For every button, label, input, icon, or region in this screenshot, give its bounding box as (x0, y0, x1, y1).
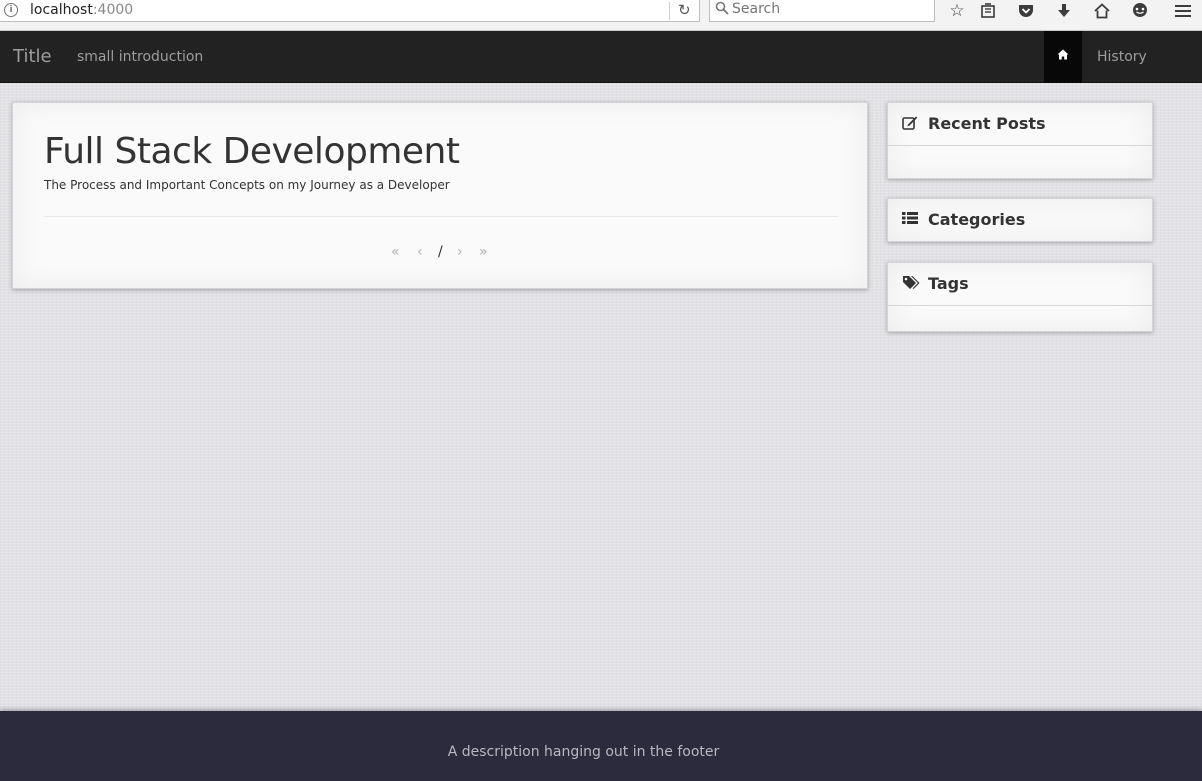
bookmark-star-icon[interactable]: ☆ (945, 0, 969, 22)
browser-search-box[interactable] (709, 0, 935, 22)
search-input[interactable] (732, 1, 927, 17)
divider (44, 216, 838, 217)
site-footer: A description hanging out in the footer (0, 711, 1202, 781)
home-icon (1057, 49, 1069, 64)
main-panel: Full Stack Development The Process and I… (12, 102, 868, 289)
site-intro: small introduction (77, 49, 204, 65)
url-host: localhost (30, 2, 93, 18)
home-icon[interactable] (1090, 0, 1114, 22)
edit-icon (902, 115, 918, 134)
categories-header: Categories (888, 199, 1152, 242)
browser-toolbar: i localhost:4000 ↻ ☆ (0, 0, 1202, 31)
reading-list-icon[interactable] (976, 0, 1000, 22)
info-icon[interactable]: i (4, 3, 18, 17)
search-icon (715, 1, 729, 19)
pocket-icon[interactable] (1014, 0, 1038, 22)
url-separator (669, 2, 670, 20)
categories-title: Categories (928, 210, 1026, 229)
recent-posts-header: Recent Posts (888, 103, 1152, 146)
categories-panel: Categories (887, 198, 1153, 242)
site-navbar: Title small introduction History (0, 31, 1202, 83)
chat-icon[interactable] (1128, 0, 1152, 22)
download-icon[interactable] (1052, 0, 1076, 22)
nav-history-link[interactable]: History (1097, 49, 1147, 65)
tags-panel: Tags (887, 262, 1153, 332)
url-port: :4000 (92, 2, 134, 18)
url-text[interactable]: localhost:4000 (30, 2, 133, 18)
pager-current: / (438, 244, 443, 260)
tags-icon (902, 275, 920, 294)
list-icon (902, 211, 918, 229)
recent-posts-panel: Recent Posts (887, 102, 1153, 179)
pager-prev-button[interactable]: ‹ (417, 244, 423, 260)
pager-next-button[interactable]: › (457, 244, 463, 260)
menu-icon[interactable] (1171, 0, 1195, 22)
reload-icon[interactable]: ↻ (678, 1, 691, 19)
recent-posts-title: Recent Posts (928, 114, 1046, 133)
tags-header: Tags (888, 263, 1152, 306)
pager-last-button[interactable]: » (479, 244, 488, 260)
footer-description: A description hanging out in the footer (447, 744, 720, 760)
url-bar[interactable]: i localhost:4000 ↻ (0, 0, 700, 22)
page-title: Full Stack Development (44, 131, 460, 172)
tags-title: Tags (928, 274, 969, 293)
nav-home-button[interactable] (1044, 31, 1082, 83)
site-brand[interactable]: Title (13, 46, 52, 67)
page-subtitle: The Process and Important Concepts on my… (44, 178, 450, 192)
pager-first-button[interactable]: « (391, 244, 400, 260)
